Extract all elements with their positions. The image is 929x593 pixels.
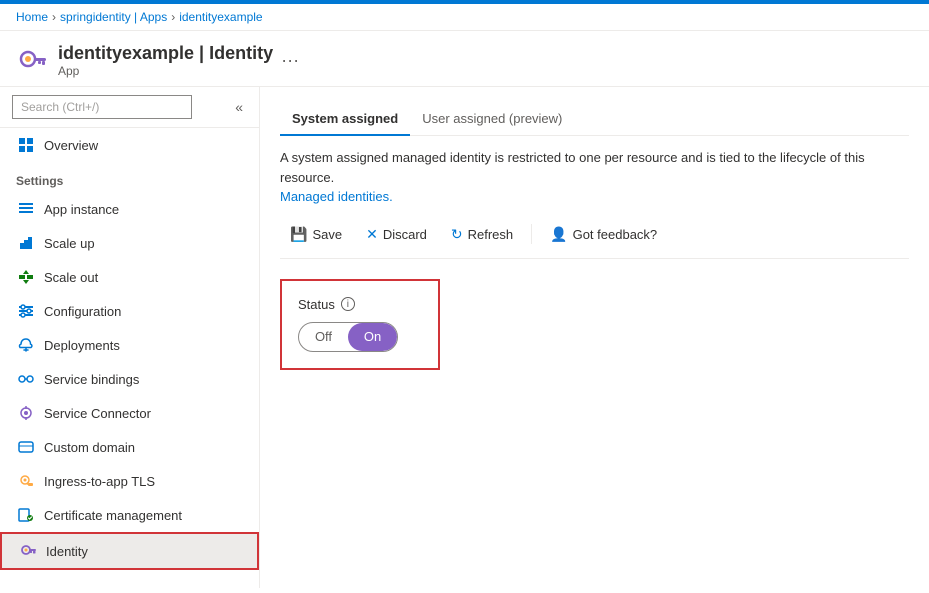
custom-domain-icon xyxy=(16,437,36,457)
toolbar: 💾 Save ✕ Discard ↻ Refresh 👤 Got feedbac… xyxy=(280,211,909,259)
info-text-content: A system assigned managed identity is re… xyxy=(280,150,865,185)
service-bindings-icon xyxy=(16,369,36,389)
sidebar-item-overview-label: Overview xyxy=(44,138,98,153)
feedback-label: Got feedback? xyxy=(573,227,658,242)
refresh-label: Refresh xyxy=(468,227,514,242)
configuration-icon xyxy=(16,301,36,321)
breadcrumb: Home › springidentity | Apps › identitye… xyxy=(0,4,929,31)
page-header: identityexample | Identity App ··· xyxy=(0,31,929,87)
discard-icon: ✕ xyxy=(366,226,378,243)
sidebar-item-app-instance[interactable]: App instance xyxy=(0,192,259,226)
scale-out-icon xyxy=(16,267,36,287)
toggle-container[interactable]: Off On xyxy=(298,322,398,352)
tab-system-assigned[interactable]: System assigned xyxy=(280,103,410,136)
sidebar-item-service-connector[interactable]: Service Connector xyxy=(0,396,259,430)
save-button[interactable]: 💾 Save xyxy=(280,221,352,248)
discard-label: Discard xyxy=(383,227,427,242)
sidebar-item-scale-out-label: Scale out xyxy=(44,270,98,285)
tab-user-assigned[interactable]: User assigned (preview) xyxy=(410,103,574,136)
service-connector-icon xyxy=(16,403,36,423)
sidebar-search-container: « xyxy=(0,87,259,128)
sidebar: « Overview Settings App instance Scale u… xyxy=(0,87,260,588)
tabs-container: System assigned User assigned (preview) xyxy=(280,103,909,136)
status-info-icon[interactable]: i xyxy=(341,297,355,311)
certificate-management-icon xyxy=(16,505,36,525)
sidebar-item-deployments[interactable]: Deployments xyxy=(0,328,259,362)
deployments-icon xyxy=(16,335,36,355)
sidebar-item-service-bindings-label: Service bindings xyxy=(44,372,139,387)
sidebar-item-ingress-tls[interactable]: Ingress-to-app TLS xyxy=(0,464,259,498)
save-label: Save xyxy=(312,227,342,242)
status-label-row: Status i xyxy=(298,297,422,312)
sidebar-item-app-instance-label: App instance xyxy=(44,202,119,217)
page-title: identityexample | Identity xyxy=(58,43,273,64)
settings-section-label: Settings xyxy=(0,162,259,192)
scale-up-icon xyxy=(16,233,36,253)
main-layout: « Overview Settings App instance Scale u… xyxy=(0,87,929,588)
sidebar-item-custom-domain[interactable]: Custom domain xyxy=(0,430,259,464)
discard-button[interactable]: ✕ Discard xyxy=(356,221,437,248)
sidebar-item-scale-up[interactable]: Scale up xyxy=(0,226,259,260)
refresh-icon: ↻ xyxy=(451,226,463,243)
sidebar-item-identity[interactable]: Identity xyxy=(0,532,259,570)
sidebar-collapse-button[interactable]: « xyxy=(231,97,247,117)
sidebar-item-certificate-management[interactable]: Certificate management xyxy=(0,498,259,532)
sidebar-item-scale-out[interactable]: Scale out xyxy=(0,260,259,294)
feedback-button[interactable]: 👤 Got feedback? xyxy=(540,221,667,248)
breadcrumb-springidentity[interactable]: springidentity | Apps xyxy=(60,10,167,24)
toolbar-divider xyxy=(531,224,532,244)
breadcrumb-home[interactable]: Home xyxy=(16,10,48,24)
status-box: Status i Off On xyxy=(280,279,440,370)
toggle-on-option[interactable]: On xyxy=(348,323,397,351)
sidebar-item-service-connector-label: Service Connector xyxy=(44,406,151,421)
sidebar-item-scale-up-label: Scale up xyxy=(44,236,95,251)
info-text: A system assigned managed identity is re… xyxy=(280,148,909,207)
status-text: Status xyxy=(298,297,335,312)
app-instance-icon xyxy=(16,199,36,219)
page-subtitle: App xyxy=(58,64,273,78)
refresh-button[interactable]: ↻ Refresh xyxy=(441,221,523,248)
sidebar-item-deployments-label: Deployments xyxy=(44,338,120,353)
search-input[interactable] xyxy=(12,95,192,119)
save-icon: 💾 xyxy=(290,226,307,243)
toggle-off-option[interactable]: Off xyxy=(299,323,348,351)
breadcrumb-sep-1: › xyxy=(52,10,56,24)
more-options-button[interactable]: ··· xyxy=(281,50,299,71)
sidebar-item-ingress-tls-label: Ingress-to-app TLS xyxy=(44,474,155,489)
breadcrumb-identityexample[interactable]: identityexample xyxy=(179,10,262,24)
identity-icon xyxy=(18,541,38,561)
feedback-icon: 👤 xyxy=(550,226,567,243)
sidebar-item-overview[interactable]: Overview xyxy=(0,128,259,162)
sidebar-item-certificate-management-label: Certificate management xyxy=(44,508,182,523)
managed-identities-link[interactable]: Managed identities. xyxy=(280,189,393,204)
breadcrumb-sep-2: › xyxy=(171,10,175,24)
sidebar-item-configuration-label: Configuration xyxy=(44,304,121,319)
sidebar-item-service-bindings[interactable]: Service bindings xyxy=(0,362,259,396)
overview-icon xyxy=(16,135,36,155)
sidebar-item-identity-label: Identity xyxy=(46,544,88,559)
page-header-icon xyxy=(16,45,48,77)
sidebar-item-configuration[interactable]: Configuration xyxy=(0,294,259,328)
sidebar-item-custom-domain-label: Custom domain xyxy=(44,440,135,455)
page-header-title: identityexample | Identity App xyxy=(58,43,273,78)
content-area: System assigned User assigned (preview) … xyxy=(260,87,929,588)
ingress-tls-icon xyxy=(16,471,36,491)
